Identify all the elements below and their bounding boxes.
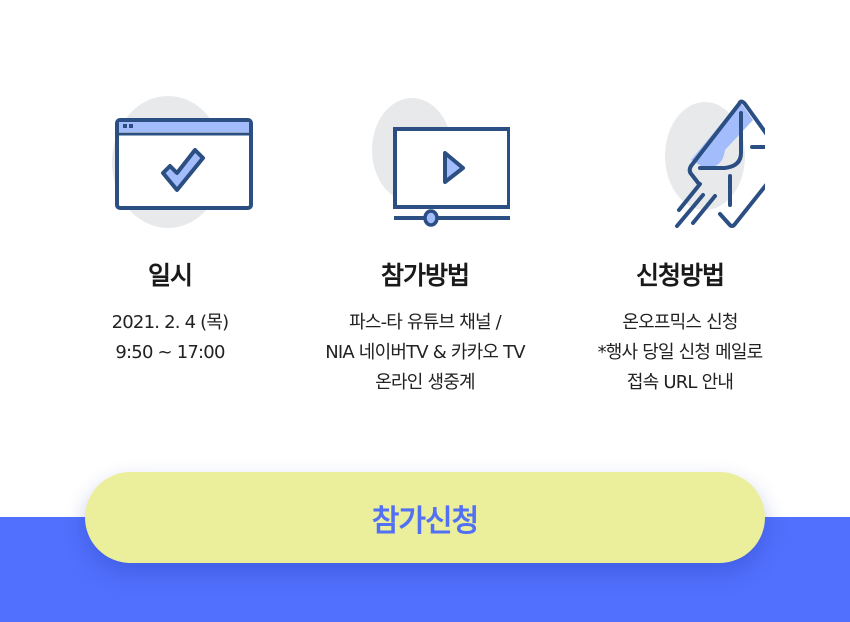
section-method: 참가방법 파스-타 유튜브 채널 / NIA 네이버TV & 카카오 TV 온라… xyxy=(285,80,565,398)
section-line: NIA 네이버TV & 카카오 TV xyxy=(325,342,525,363)
section-line: *행사 당일 신청 메일로 xyxy=(597,342,764,363)
section-line: 9:50 ~ 17:00 xyxy=(115,342,225,363)
section-line: 접속 URL 안내 xyxy=(626,372,734,393)
browser-check-icon xyxy=(85,80,255,240)
section-line: 파스-타 유튜브 채널 / xyxy=(349,312,502,333)
section-apply: 신청방법 온오프믹스 신청 *행사 당일 신청 메일로 접속 URL 안내 xyxy=(540,80,820,398)
section-date: 일시 2021. 2. 4 (목) 9:50 ~ 17:00 xyxy=(30,80,310,368)
apply-button[interactable]: 참가신청 xyxy=(85,472,765,563)
mail-send-icon xyxy=(595,80,765,240)
section-title: 일시 xyxy=(147,261,193,290)
section-line: 2021. 2. 4 (목) xyxy=(111,312,230,333)
section-title: 신청방법 xyxy=(635,261,725,290)
video-player-icon xyxy=(340,80,510,240)
section-title: 참가방법 xyxy=(380,261,470,290)
section-line: 온라인 생중계 xyxy=(375,372,475,393)
section-line: 온오프믹스 신청 xyxy=(622,312,738,333)
